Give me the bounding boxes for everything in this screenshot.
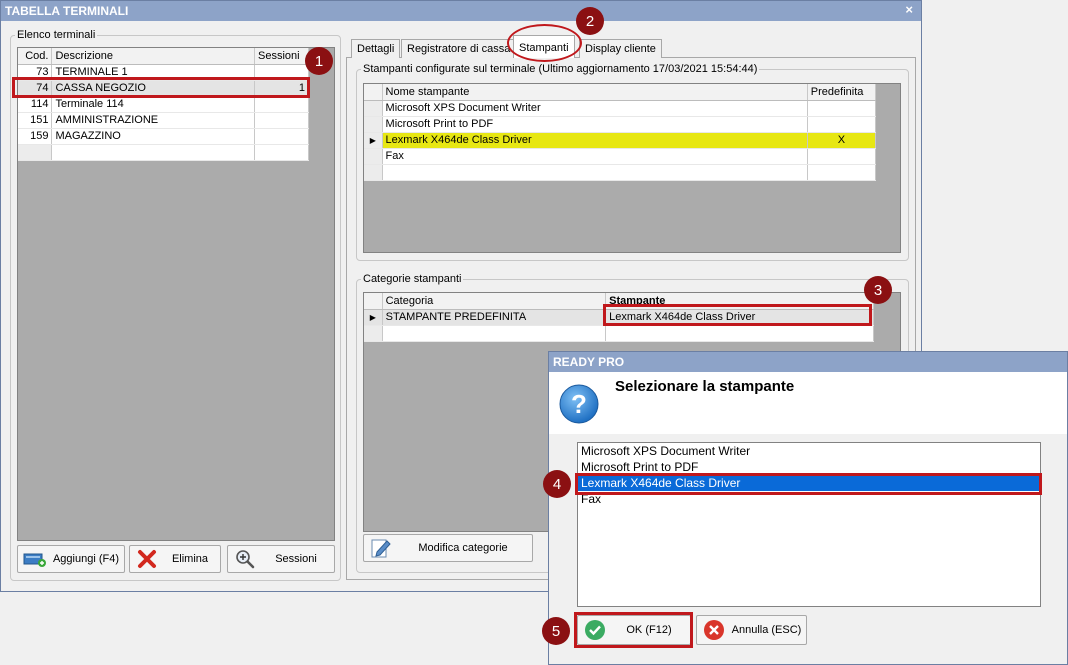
cancel-icon [701,619,727,641]
column-header-categoria[interactable]: Categoria [382,293,607,310]
terminals-group-label: Elenco terminali [17,29,96,41]
cell-printer-name: Fax [382,148,808,165]
terminals-grid[interactable]: Cod. Descrizione Sessioni 73 TERMINALE 1… [17,47,335,541]
svg-text:?: ? [571,389,587,419]
edit-categories-button[interactable]: Modifica categorie [363,534,533,562]
cell-desc: Terminale 114 [51,96,256,113]
dialog-titlebar[interactable]: READY PRO [549,352,1067,372]
delete-icon [134,548,160,570]
cell-printer-default [807,148,877,165]
cell-printer-default [807,100,877,117]
printers-grid[interactable]: Nome stampante Predefinita Microsoft XPS… [363,83,901,253]
categories-group-label: Categorie stampanti [363,273,462,285]
callout-box-4 [575,473,1042,495]
callout-box-5 [574,612,693,648]
edit-categories-label: Modifica categorie [418,542,508,554]
add-terminal-button[interactable]: Aggiungi (F4) [17,545,125,573]
cell-cod: 159 [18,128,53,145]
question-icon: ? [557,382,601,429]
dialog-heading: Selezionare la stampante [615,378,795,395]
list-item[interactable]: Microsoft XPS Document Writer [578,443,1040,459]
cell-printer-name: Lexmark X464de Class Driver [382,132,808,149]
delete-terminal-button[interactable]: Elimina [129,545,221,573]
callout-badge-5: 5 [542,617,570,645]
tab-dettagli[interactable]: Dettagli [351,39,401,58]
row-pointer-icon: ▶ [364,132,383,149]
table-row[interactable]: 151 AMMINISTRAZIONE [18,112,309,129]
sessions-label: Sessioni [275,553,317,565]
table-row-new[interactable] [364,164,877,181]
callout-ellipse-2 [507,24,582,62]
cell-cod: 151 [18,112,53,129]
cell-printer-name: Microsoft XPS Document Writer [382,100,808,117]
callout-badge-3: 3 [864,276,892,304]
cell-desc: AMMINISTRAZIONE [51,112,256,129]
table-row-new[interactable] [18,144,309,161]
cell-sessioni [254,112,309,129]
cell-printer-default: X [807,132,877,149]
cell-desc: MAGAZZINO [51,128,256,145]
table-row[interactable]: Fax [364,148,877,165]
column-header-descrizione[interactable]: Descrizione [51,48,256,65]
printers-header-row: Nome stampante Predefinita [364,84,877,101]
magnifier-plus-icon [232,548,258,570]
printers-group-label: Stampanti configurate sul terminale (Ult… [363,63,758,75]
tab-display-cliente[interactable]: Display cliente [579,39,662,58]
terminals-header-row: Cod. Descrizione Sessioni [18,48,309,65]
callout-box-1 [12,77,310,98]
cell-sessioni [254,128,309,145]
table-row[interactable]: 114 Terminale 114 [18,96,309,113]
table-row[interactable]: Microsoft XPS Document Writer [364,100,877,117]
callout-badge-1: 1 [305,47,333,75]
callout-box-3 [603,304,872,326]
sessions-button[interactable]: Sessioni [227,545,335,573]
window-title: TABELLA TERMINALI [5,4,129,18]
column-header-nome-stampante[interactable]: Nome stampante [382,84,808,101]
dialog-title: READY PRO [553,355,625,369]
cell-printer-default [807,116,877,133]
callout-badge-4: 4 [543,470,571,498]
column-header-predefinita[interactable]: Predefinita [807,84,877,101]
cancel-label: Annulla (ESC) [731,624,802,636]
delete-terminal-label: Elimina [171,553,209,565]
table-row[interactable]: 159 MAGAZZINO [18,128,309,145]
window-titlebar[interactable]: TABELLA TERMINALI × [1,1,921,21]
add-terminal-label: Aggiungi (F4) [52,553,120,565]
column-header-sessioni[interactable]: Sessioni [254,48,309,65]
tab-registratore[interactable]: Registratore di cassa [401,39,517,58]
cell-sessioni [254,96,309,113]
close-icon[interactable]: × [905,2,913,17]
table-row-new[interactable] [364,325,874,342]
table-row-current[interactable]: ▶ Lexmark X464de Class Driver X [364,132,877,149]
cell-printer-name: Microsoft Print to PDF [382,116,808,133]
callout-badge-2: 2 [576,7,604,35]
cancel-button[interactable]: Annulla (ESC) [696,615,807,645]
edit-pencil-icon [368,537,394,559]
cell-cod: 114 [18,96,53,113]
printer-listbox[interactable]: Microsoft XPS Document Writer Microsoft … [577,442,1041,607]
column-header-cod[interactable]: Cod. [18,48,53,65]
dialog-header: ? Selezionare la stampante [549,372,1067,434]
cell-category: STAMPANTE PREDEFINITA [382,309,607,326]
table-row[interactable]: Microsoft Print to PDF [364,116,877,133]
add-terminal-icon [22,548,48,570]
row-pointer-icon: ▶ [364,309,383,326]
